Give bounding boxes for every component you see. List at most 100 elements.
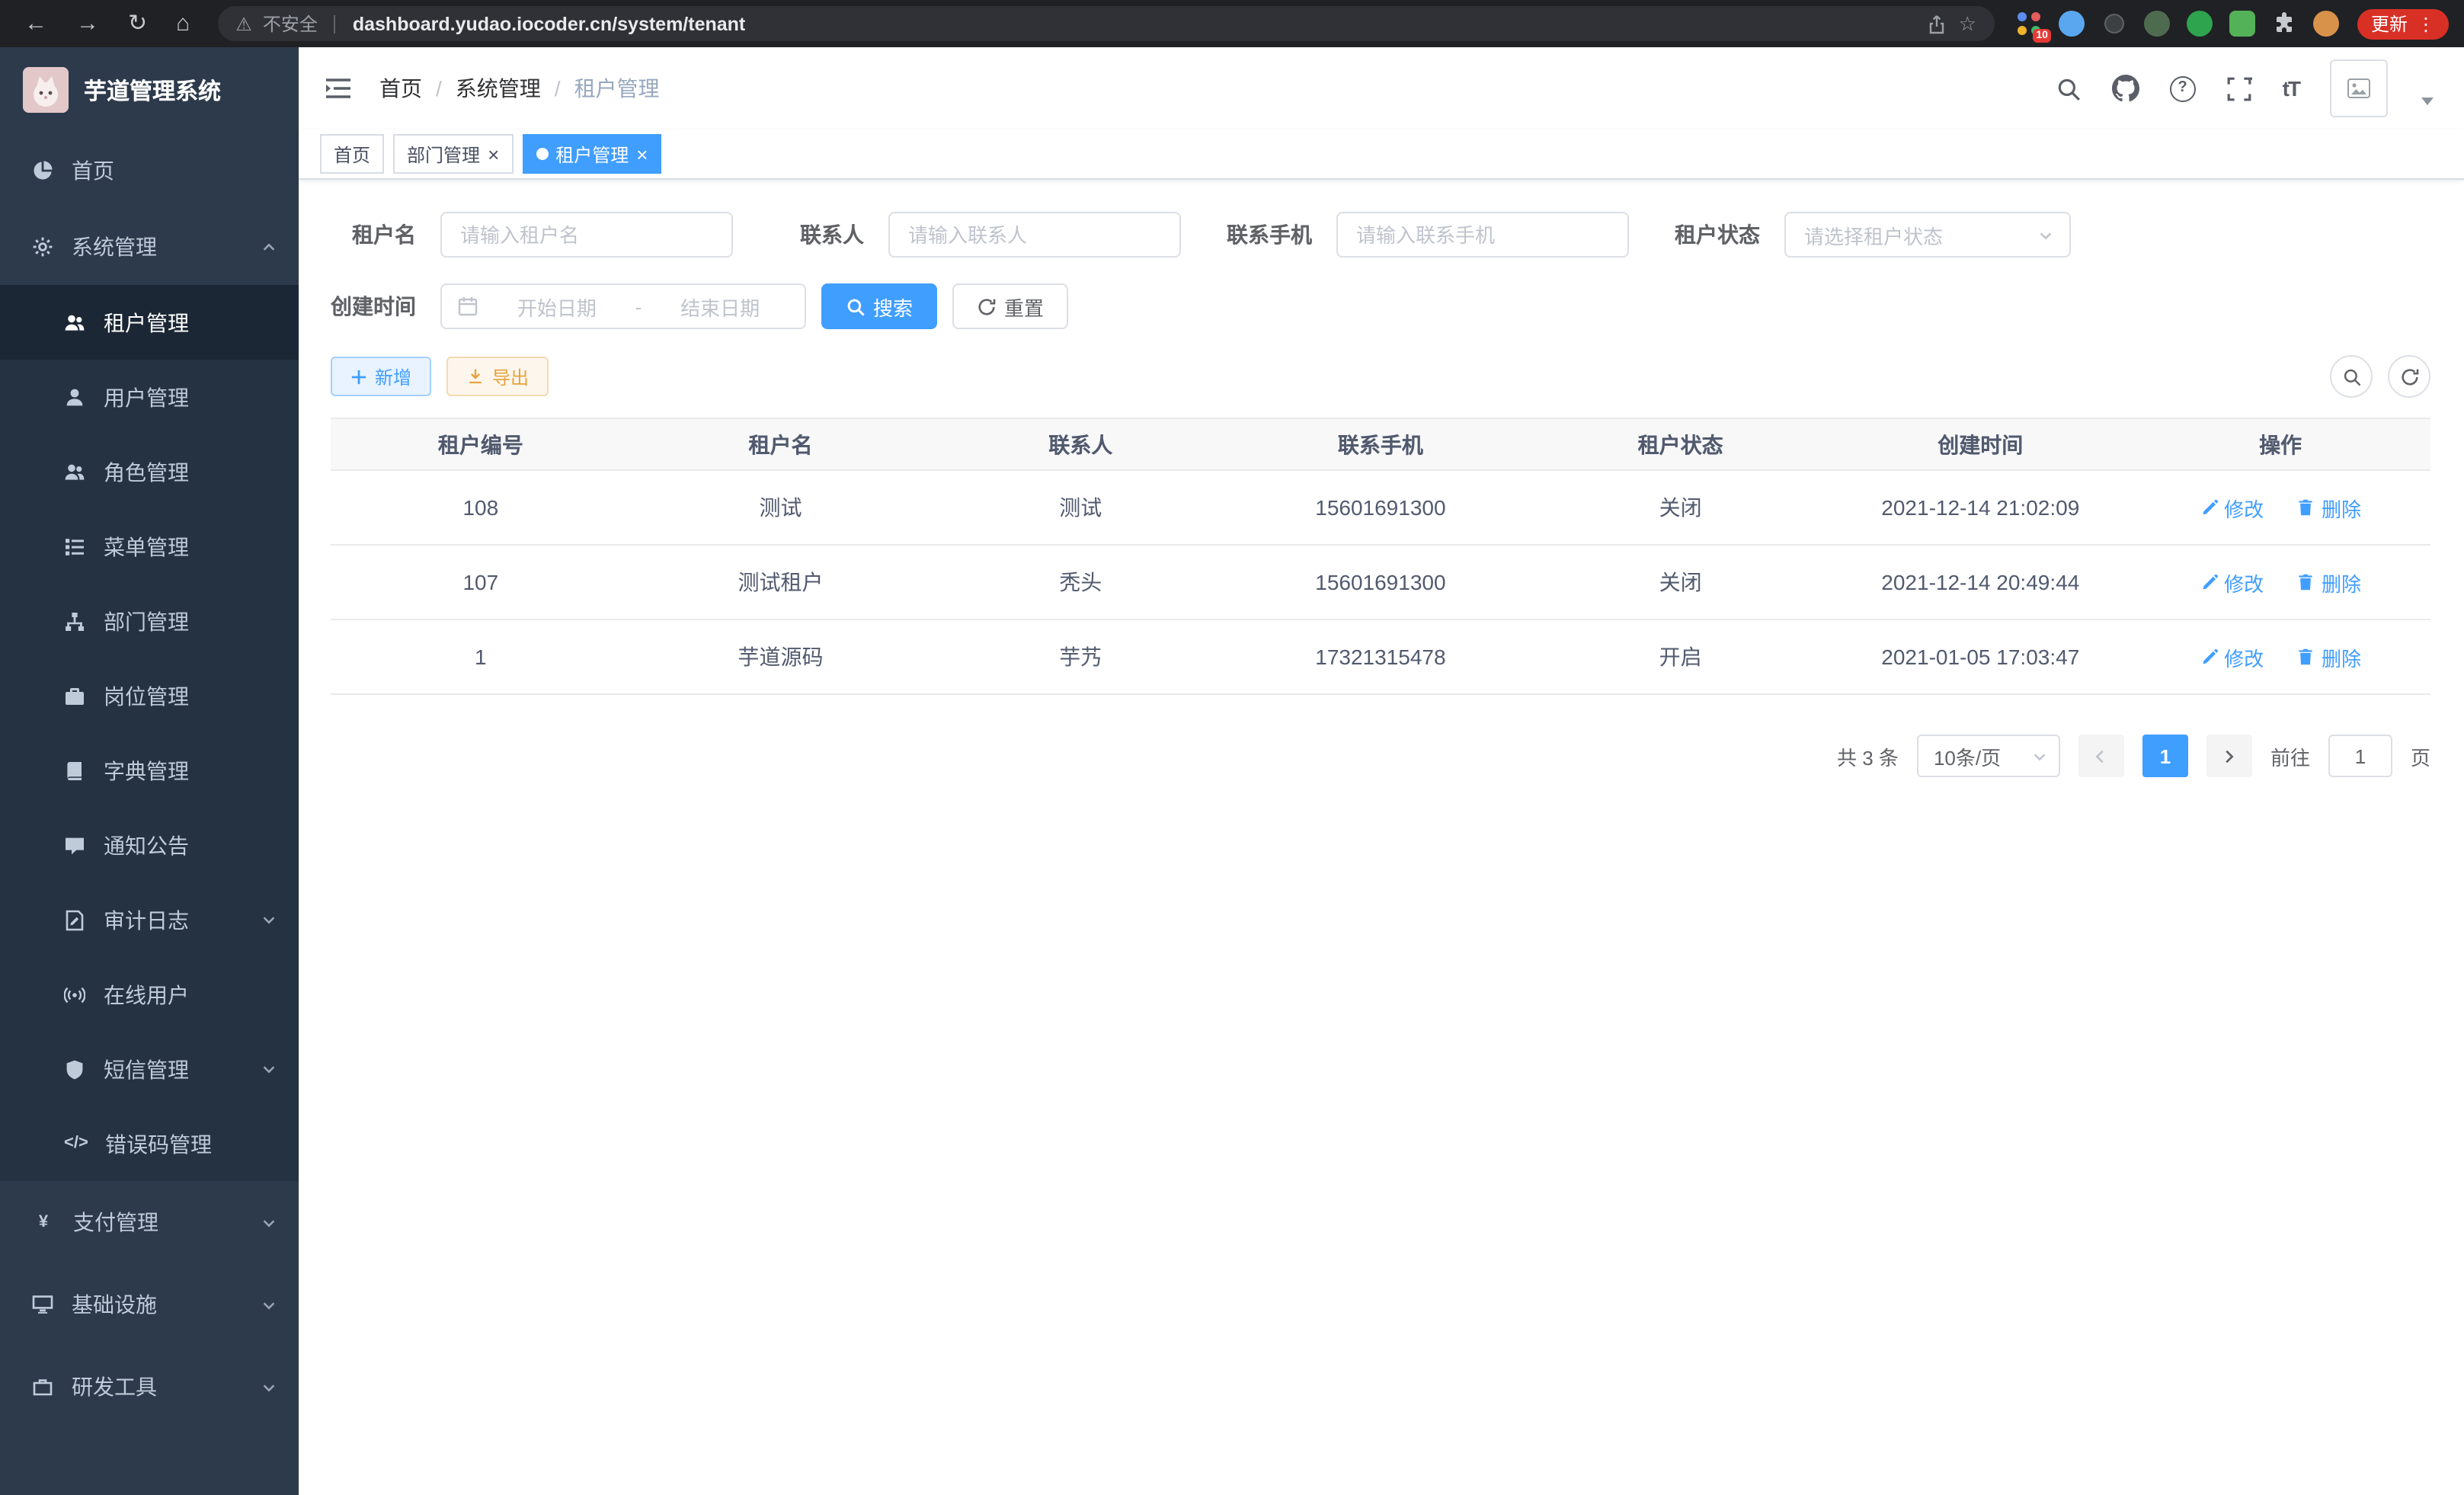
date-end-placeholder: 结束日期 — [651, 292, 789, 321]
sidebar-item-home[interactable]: 首页 — [0, 133, 299, 209]
address-bar[interactable]: ⚠ 不安全 dashboard.yudao.iocoder.cn/system/… — [217, 6, 1995, 41]
table-row: 108 测试 测试 15601691300 关闭 2021-12-14 21:0… — [331, 470, 2430, 545]
close-icon[interactable]: × — [488, 144, 499, 164]
reset-button[interactable]: 重置 — [952, 283, 1068, 329]
sidebar-item-error-code[interactable]: </> 错误码管理 — [0, 1106, 299, 1181]
help-icon[interactable]: ? — [2170, 75, 2196, 101]
phone-input[interactable] — [1336, 212, 1629, 258]
sidebar-item-infra[interactable]: 基础设施 — [0, 1263, 299, 1346]
reload-icon[interactable]: ↻ — [128, 12, 147, 35]
sidebar-item-dict[interactable]: 字典管理 — [0, 733, 299, 808]
browser-menu-kebab-icon[interactable]: ⋮ — [2417, 14, 2435, 33]
extension-icon[interactable]: 10 — [2016, 11, 2042, 37]
delete-link[interactable]: 删除 — [2297, 493, 2361, 522]
sidebar-item-dept[interactable]: 部门管理 — [0, 584, 299, 658]
sidebar-item-post[interactable]: 岗位管理 — [0, 658, 299, 733]
post-badge-icon — [64, 685, 85, 706]
application-window: ← → ↻ ⌂ ⚠ 不安全 dashboard.yudao.iocoder.cn… — [0, 0, 2464, 1495]
edit-link-label: 修改 — [2224, 493, 2264, 522]
close-icon[interactable]: × — [636, 144, 648, 164]
edit-link[interactable]: 修改 — [2200, 568, 2264, 597]
not-secure-label: 不安全 — [263, 11, 318, 37]
share-icon[interactable] — [1927, 13, 1948, 34]
search-button-label: 搜索 — [873, 292, 913, 321]
extension-icon[interactable] — [2144, 11, 2170, 37]
sidebar-item-notice[interactable]: 通知公告 — [0, 808, 299, 882]
sidebar-item-label: 系统管理 — [72, 232, 157, 262]
prev-page-button[interactable] — [2078, 735, 2124, 777]
sidebar-item-role[interactable]: 角色管理 — [0, 434, 299, 509]
fullscreen-icon[interactable] — [2226, 75, 2252, 101]
delete-link[interactable]: 删除 — [2297, 568, 2361, 597]
extension-icon[interactable] — [2059, 11, 2085, 37]
sidebar-item-system[interactable]: 系统管理 — [0, 209, 299, 285]
sidebar-item-user[interactable]: 用户管理 — [0, 360, 299, 434]
tab-label: 首页 — [334, 141, 370, 167]
page-number-button[interactable]: 1 — [2142, 735, 2188, 777]
search-button[interactable]: 搜索 — [821, 283, 937, 329]
breadcrumb-system[interactable]: 系统管理 — [456, 73, 541, 104]
contact-input[interactable] — [888, 212, 1181, 258]
edit-link[interactable]: 修改 — [2200, 493, 2264, 522]
tab-dept[interactable]: 部门管理 × — [393, 134, 513, 174]
breadcrumb-home[interactable]: 首页 — [379, 73, 422, 104]
add-button[interactable]: 新增 — [331, 357, 431, 396]
edit-link-label: 修改 — [2224, 642, 2264, 671]
tab-tenant[interactable]: 租户管理 × — [522, 134, 661, 174]
filter-create-time: 创建时间 开始日期 - 结束日期 — [331, 283, 806, 329]
avatar-caret-down-icon[interactable] — [2421, 97, 2434, 104]
hide-search-button[interactable] — [2330, 355, 2373, 398]
sidebar-item-devtools[interactable]: 研发工具 — [0, 1346, 299, 1428]
app-title: 芋道管理系统 — [84, 74, 221, 106]
sidebar-item-label: 用户管理 — [104, 382, 189, 412]
extensions-row: 10 — [2016, 11, 2339, 37]
sidebar-toggle-hamburger-icon[interactable] — [323, 73, 354, 104]
tab-home[interactable]: 首页 — [320, 134, 384, 174]
chevron-left-icon — [2093, 748, 2110, 764]
export-button[interactable]: 导出 — [446, 357, 549, 396]
cell-contact: 测试 — [930, 470, 1230, 545]
sidebar-item-label: 首页 — [72, 155, 114, 186]
delete-link-label: 删除 — [2322, 642, 2361, 671]
browser-home-icon[interactable]: ⌂ — [176, 12, 190, 35]
sidebar-item-label: 研发工具 — [72, 1372, 157, 1402]
tenant-name-input[interactable] — [440, 212, 733, 258]
edit-link[interactable]: 修改 — [2200, 642, 2264, 671]
chevron-down-icon — [261, 1378, 277, 1395]
sidebar-item-sms[interactable]: 短信管理 — [0, 1032, 299, 1106]
status-select[interactable]: 请选择租户状态 — [1784, 212, 2071, 258]
column-header: 创建时间 — [1830, 418, 2130, 470]
forward-icon[interactable]: → — [76, 12, 99, 35]
update-button[interactable]: 更新 ⋮ — [2357, 8, 2449, 39]
sidebar-item-menu[interactable]: 菜单管理 — [0, 509, 299, 584]
next-page-button[interactable] — [2206, 735, 2252, 777]
filter-row-1: 租户名 联系人 联系手机 租户状态 请选择租户状态 — [331, 212, 2430, 258]
font-size-icon[interactable]: tT — [2283, 78, 2299, 99]
back-icon[interactable]: ← — [24, 12, 47, 35]
extensions-puzzle-icon[interactable] — [2272, 11, 2296, 36]
sidebar-item-tenant[interactable]: 租户管理 — [0, 285, 299, 360]
extension-icon[interactable] — [2101, 11, 2127, 37]
not-secure-warning-icon: ⚠ — [235, 14, 252, 33]
extension-icon[interactable] — [2187, 11, 2213, 37]
github-icon[interactable] — [2112, 75, 2139, 102]
sidebar-item-audit-log[interactable]: 审计日志 — [0, 882, 299, 957]
sidebar-logo[interactable]: 芋道管理系统 — [0, 47, 299, 133]
goto-page-input[interactable] — [2328, 735, 2392, 777]
bookmark-star-icon[interactable]: ☆ — [1959, 11, 1976, 36]
chevron-right-icon — [2221, 748, 2238, 764]
delete-link[interactable]: 删除 — [2297, 642, 2361, 671]
sidebar-item-online-users[interactable]: 在线用户 — [0, 957, 299, 1032]
sidebar-sections: ¥ 支付管理 基础设施 — [0, 1181, 299, 1428]
user-avatar[interactable] — [2330, 59, 2388, 117]
chevron-down-icon — [261, 1296, 277, 1313]
extension-icon[interactable] — [2229, 11, 2255, 37]
date-range-picker[interactable]: 开始日期 - 结束日期 — [440, 283, 806, 329]
refresh-table-button[interactable] — [2388, 355, 2430, 398]
sidebar-item-payment[interactable]: ¥ 支付管理 — [0, 1181, 299, 1263]
browser-profile-avatar[interactable] — [2313, 11, 2339, 37]
page-size-select[interactable]: 10条/页 — [1917, 735, 2060, 777]
tab-label: 租户管理 — [555, 141, 629, 167]
header-search-icon[interactable] — [2056, 75, 2082, 101]
column-header: 租户状态 — [1531, 418, 1831, 470]
